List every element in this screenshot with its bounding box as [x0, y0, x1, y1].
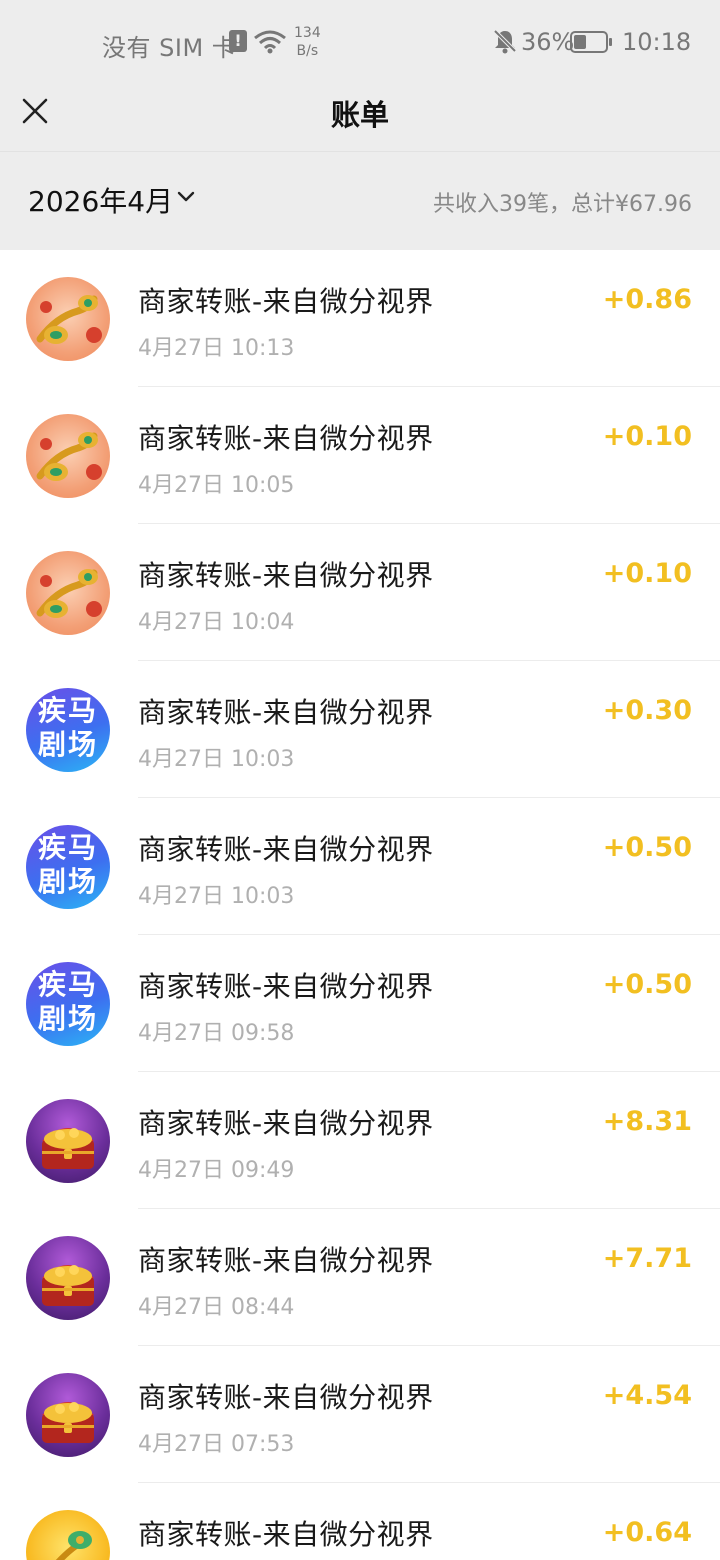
- merchant-avatar: 疾马 剧场: [26, 962, 110, 1046]
- merchant-avatar: [26, 1236, 110, 1320]
- month-selector[interactable]: 2026年4月: [28, 180, 173, 220]
- transaction-row[interactable]: 商家转账-来自微分视界 4月27日 10:05 +0.10: [0, 387, 720, 524]
- transaction-title: 商家转账-来自微分视界: [138, 1381, 434, 1414]
- transaction-row[interactable]: 商家转账-来自微分视界 4月27日 10:04 +0.10: [0, 524, 720, 661]
- transaction-row[interactable]: 疾马 剧场 商家转账-来自微分视界 4月27日 10:03 +0.30: [0, 661, 720, 798]
- chevron-down-icon[interactable]: [176, 190, 196, 204]
- avatar-text: 疾马 剧场: [26, 968, 110, 1036]
- bell-muted-icon: [493, 29, 517, 54]
- transaction-time: 4月27日 10:04: [138, 610, 295, 635]
- transaction-title: 商家转账-来自微分视界: [138, 1244, 434, 1277]
- transaction-title: 商家转账-来自微分视界: [138, 1107, 434, 1140]
- transaction-title: 商家转账-来自微分视界: [138, 970, 434, 1003]
- transaction-title: 商家转账-来自微分视界: [138, 422, 434, 455]
- transaction-row[interactable]: 商家转账-来自微分视界 4月27日 07:53 +4.54: [0, 1346, 720, 1483]
- avatar-text-line: 疾马: [37, 694, 98, 727]
- avatar-text-line: 疾马: [37, 831, 98, 864]
- transaction-time: 4月27日 10:13: [138, 336, 295, 361]
- transaction-amount: +8.31: [602, 1106, 692, 1137]
- transaction-amount: +4.54: [602, 1380, 692, 1411]
- transaction-title: 商家转账-来自微分视界: [138, 1518, 434, 1551]
- network-speed: 134 B/s: [294, 24, 321, 60]
- avatar-text-line: 剧场: [37, 865, 98, 898]
- network-speed-value: 134: [294, 25, 321, 41]
- transaction-time: 4月27日 09:58: [138, 1021, 295, 1046]
- sim-status-text: 没有 SIM 卡: [102, 34, 237, 62]
- transaction-list: 商家转账-来自微分视界 4月27日 10:13 +0.86 商家转账-来自微分视界 4月…: [0, 250, 720, 1560]
- transaction-time: 4月27日 07:53: [138, 1432, 295, 1457]
- avatar-text: 疾马 剧场: [26, 831, 110, 899]
- transaction-title: 商家转账-来自微分视界: [138, 559, 434, 592]
- transaction-row[interactable]: 疾马 剧场 商家转账-来自微分视界 4月27日 09:58 +0.50: [0, 935, 720, 1072]
- merchant-avatar: 疾马 剧场: [26, 825, 110, 909]
- page-title: 账单: [330, 98, 389, 132]
- transaction-amount: +0.30: [602, 695, 692, 726]
- merchant-avatar: [26, 1099, 110, 1183]
- wifi-icon: [254, 30, 286, 54]
- status-bar: 没有 SIM 卡 ! 134 B/s 36% 10:18: [0, 0, 720, 84]
- battery-icon: [570, 31, 612, 53]
- transaction-amount: +0.50: [602, 969, 692, 1000]
- merchant-avatar: [26, 414, 110, 498]
- transaction-row[interactable]: 商家转账-来自微分视界 +0.64: [0, 1483, 720, 1560]
- avatar-text-line: 剧场: [37, 728, 98, 761]
- sim-alert-icon: !: [229, 30, 247, 52]
- transaction-title: 商家转账-来自微分视界: [138, 833, 434, 866]
- merchant-avatar: [26, 551, 110, 635]
- merchant-avatar: 疾马 剧场: [26, 688, 110, 772]
- avatar-text-line: 剧场: [37, 1002, 98, 1035]
- network-speed-unit: B/s: [296, 43, 319, 59]
- merchant-avatar: [26, 277, 110, 361]
- transaction-title: 商家转账-来自微分视界: [138, 696, 434, 729]
- transaction-time: 4月27日 10:03: [138, 884, 295, 909]
- transaction-amount: +0.64: [602, 1517, 692, 1548]
- transaction-time: 4月27日 09:49: [138, 1158, 295, 1183]
- transaction-row[interactable]: 商家转账-来自微分视界 4月27日 08:44 +7.71: [0, 1209, 720, 1346]
- avatar-text-line: 疾马: [37, 968, 98, 1001]
- transaction-row[interactable]: 商家转账-来自微分视界 4月27日 09:49 +8.31: [0, 1072, 720, 1209]
- battery-percent: 36%: [521, 28, 575, 56]
- transaction-row[interactable]: 商家转账-来自微分视界 4月27日 10:13 +0.86: [0, 250, 720, 387]
- summary-bar: 2026年4月 共收入39笔，总计¥67.96: [0, 152, 720, 250]
- transaction-time: 4月27日 10:05: [138, 473, 295, 498]
- transaction-row[interactable]: 疾马 剧场 商家转账-来自微分视界 4月27日 10:03 +0.50: [0, 798, 720, 935]
- transaction-amount: +0.86: [602, 284, 692, 315]
- clock: 10:18: [622, 28, 692, 56]
- income-summary: 共收入39笔，总计¥67.96: [433, 192, 692, 217]
- transaction-time: 4月27日 10:03: [138, 747, 295, 772]
- merchant-avatar: [26, 1373, 110, 1457]
- transaction-amount: +0.50: [602, 832, 692, 863]
- transaction-amount: +7.71: [602, 1243, 692, 1274]
- avatar-text: 疾马 剧场: [26, 694, 110, 762]
- merchant-avatar: [26, 1510, 110, 1560]
- transaction-amount: +0.10: [602, 558, 692, 589]
- nav-bar: 账单: [0, 84, 720, 152]
- transaction-amount: +0.10: [602, 421, 692, 452]
- transaction-time: 4月27日 08:44: [138, 1295, 295, 1320]
- transaction-title: 商家转账-来自微分视界: [138, 285, 434, 318]
